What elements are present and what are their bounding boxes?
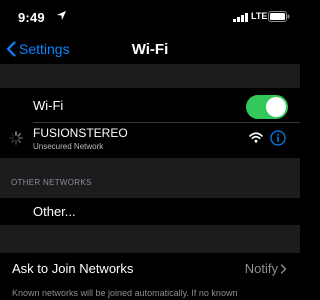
spinner-icon [9, 131, 23, 145]
other-network-label: Other... [33, 204, 76, 219]
section-gap [0, 64, 300, 88]
section-gap [0, 225, 300, 253]
network-name: FUSIONSTEREO [33, 126, 128, 140]
network-type: LTE [251, 11, 268, 21]
ask-to-join-label: Ask to Join Networks [12, 261, 134, 276]
section-header: OTHER NETWORKS [11, 178, 92, 187]
status-time: 9:49 [18, 10, 45, 25]
footer-note: Known networks will be joined automatica… [12, 288, 238, 298]
toggle-knob [266, 97, 286, 117]
wifi-toggle-switch[interactable] [246, 95, 288, 119]
wifi-signal-icon [249, 132, 263, 143]
ask-to-join-value: Notify [244, 261, 278, 276]
location-arrow-icon [56, 10, 67, 21]
status-bar: 9:49 LTE [0, 0, 300, 34]
other-network-row[interactable]: Other... [0, 198, 300, 225]
navigation-bar: Settings Wi-Fi [0, 34, 300, 64]
page-title: Wi-Fi [131, 41, 169, 58]
chevron-right-icon [280, 264, 287, 274]
info-icon[interactable] [270, 130, 286, 146]
wifi-toggle-label: Wi-Fi [33, 98, 64, 113]
battery-icon [268, 11, 290, 22]
row-separator [33, 122, 300, 123]
cellular-signal-icon [233, 13, 248, 22]
network-status: Unsecured Network [33, 142, 104, 151]
